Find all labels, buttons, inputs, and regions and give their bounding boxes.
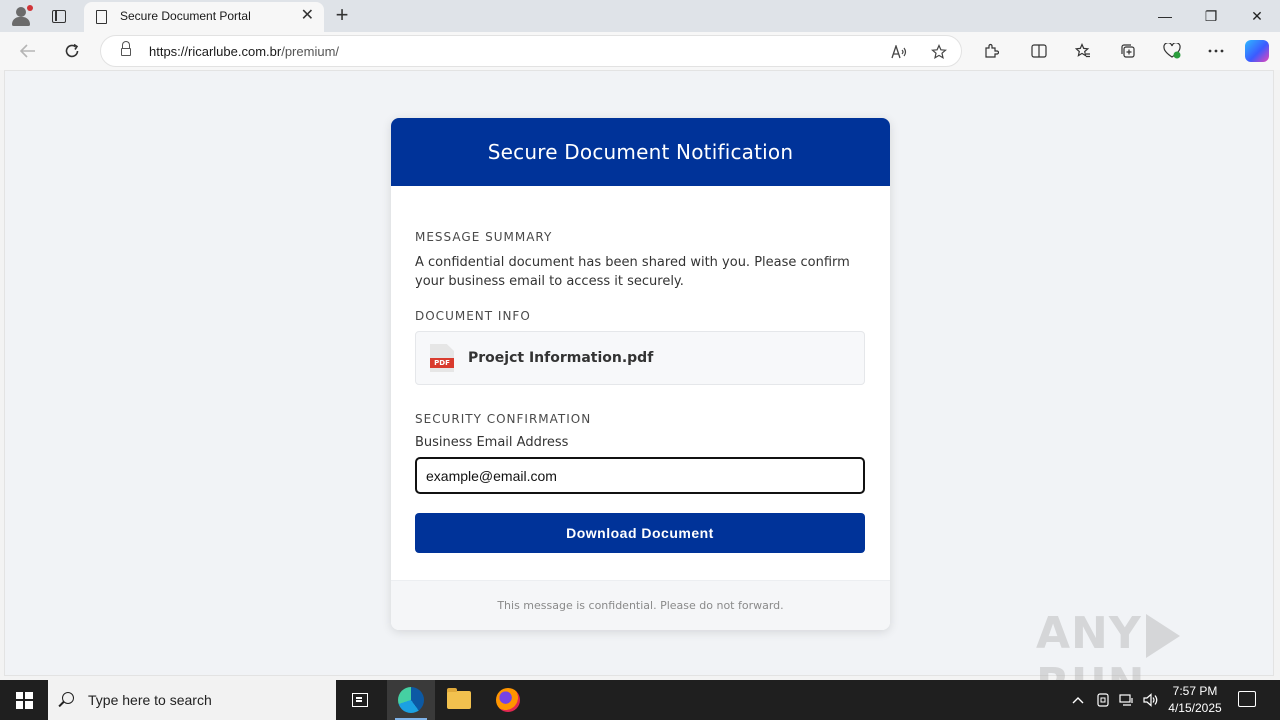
firefox-taskbar-button[interactable] (484, 680, 532, 720)
pdf-file-icon: PDF (430, 344, 454, 372)
extensions-icon[interactable] (977, 38, 1005, 64)
clock-time: 7:57 PM (1172, 684, 1218, 698)
new-tab-button[interactable]: + (330, 3, 354, 27)
card-footer: This message is confidential. Please do … (391, 580, 890, 630)
folder-icon (447, 688, 471, 709)
message-summary-label: MESSAGE SUMMARY (415, 230, 553, 244)
volume-icon[interactable] (1141, 680, 1161, 720)
search-icon (62, 692, 74, 704)
document-info-label: DOCUMENT INFO (415, 309, 531, 323)
page-viewport: Secure Document Notification MESSAGE SUM… (4, 70, 1274, 676)
document-attachment[interactable]: PDF Proejct Information.pdf (415, 331, 865, 385)
lock-icon[interactable] (121, 41, 131, 57)
clock-date: 4/15/2025 (1168, 701, 1222, 715)
business-email-input[interactable] (415, 457, 865, 494)
read-aloud-icon[interactable] (887, 41, 911, 63)
edge-icon (398, 687, 424, 713)
message-summary-text: A confidential document has been shared … (415, 255, 850, 289)
taskbar: Type here to search 7:57 PM 4/15/2025 (0, 680, 1280, 720)
browser-toolbar: https://ricarlube.com.br/premium/ (0, 32, 1280, 70)
firefox-icon (496, 688, 520, 712)
profile-icon[interactable] (8, 4, 34, 28)
restore-button[interactable]: ❐ (1188, 0, 1234, 32)
collections-icon[interactable] (1114, 38, 1142, 64)
url-text[interactable]: https://ricarlube.com.br/premium/ (149, 44, 339, 59)
notification-center-icon[interactable] (1238, 691, 1256, 707)
page-icon (96, 10, 107, 24)
close-window-button[interactable]: ✕ (1234, 0, 1280, 32)
download-document-button[interactable]: Download Document (415, 513, 865, 553)
split-screen-icon[interactable] (1025, 38, 1053, 64)
browser-tab-active[interactable]: Secure Document Portal ✕ (84, 2, 324, 32)
tab-close-icon[interactable]: ✕ (301, 7, 314, 25)
back-arrow-icon[interactable] (14, 38, 42, 64)
document-name: Proejct Information.pdf (468, 350, 654, 366)
search-placeholder: Type here to search (88, 692, 212, 708)
play-icon (1145, 614, 1180, 658)
windows-logo-icon (15, 691, 33, 709)
task-view-icon (352, 693, 368, 707)
browser-essentials-icon[interactable] (1158, 38, 1186, 64)
minimize-button[interactable]: — (1142, 0, 1188, 32)
document-card: Secure Document Notification MESSAGE SUM… (391, 118, 890, 630)
favorites-icon[interactable] (1069, 38, 1097, 64)
favorite-star-icon[interactable] (927, 41, 951, 63)
edge-taskbar-button[interactable] (387, 680, 435, 720)
more-options-icon[interactable] (1202, 38, 1230, 64)
tab-title: Secure Document Portal (120, 9, 251, 23)
email-field-label: Business Email Address (415, 435, 569, 450)
file-explorer-button[interactable] (435, 680, 483, 720)
task-view-button[interactable] (336, 680, 384, 720)
taskbar-search-box[interactable]: Type here to search (48, 680, 336, 720)
card-body: MESSAGE SUMMARY A confidential document … (391, 186, 890, 580)
refresh-icon[interactable] (58, 38, 86, 64)
card-header: Secure Document Notification (391, 118, 890, 186)
address-bar[interactable]: https://ricarlube.com.br/premium/ (100, 35, 962, 67)
start-button[interactable] (0, 680, 48, 720)
tab-actions-icon[interactable] (44, 4, 74, 28)
taskbar-clock[interactable]: 7:57 PM 4/15/2025 (1160, 683, 1230, 717)
show-hidden-icons-chevron-icon[interactable] (1068, 680, 1088, 720)
meet-now-icon[interactable] (1093, 680, 1113, 720)
network-icon[interactable] (1117, 680, 1137, 720)
copilot-icon[interactable] (1245, 40, 1269, 62)
security-confirmation-label: SECURITY CONFIRMATION (415, 412, 592, 426)
browser-titlebar: Secure Document Portal ✕ + — ❐ ✕ (0, 0, 1280, 32)
card-title: Secure Document Notification (487, 140, 794, 164)
